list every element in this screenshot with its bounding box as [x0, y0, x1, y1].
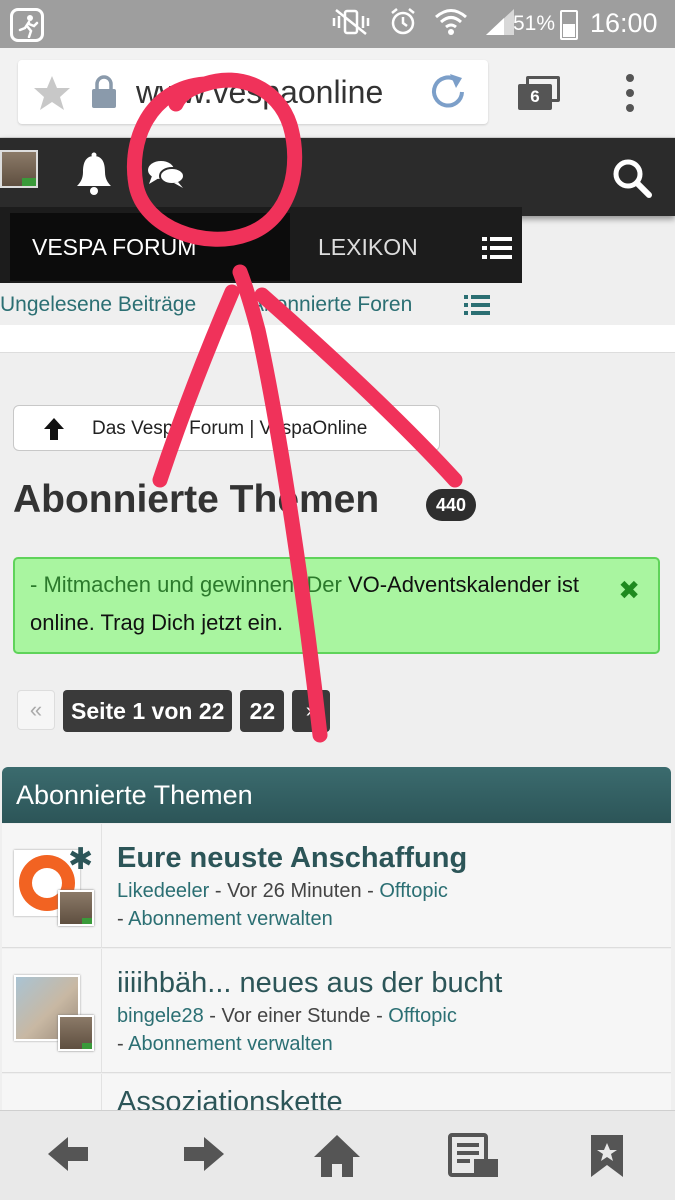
- manage-subscription: - Abonnement verwalten: [117, 1033, 333, 1056]
- manage-subscription: - Abonnement verwalten: [117, 908, 333, 931]
- vibrate-mute-icon: [330, 8, 372, 41]
- subscribed-forums-link[interactable]: Abonnierte Foren: [250, 293, 412, 317]
- last-poster-avatar[interactable]: [58, 890, 94, 926]
- browser-bottom-bar: [0, 1110, 675, 1200]
- nav-item-label: VESPA FORUM: [32, 234, 197, 260]
- list-menu-icon[interactable]: [482, 237, 512, 264]
- signal-icon: [484, 7, 516, 42]
- browser-toolbar: www.vespaonline 6: [0, 48, 675, 138]
- topic-row[interactable]: iiiihbäh... neues aus der bucht bingele2…: [2, 949, 671, 1073]
- sub-navigation: Ungelesene Beiträge Abonnierte Foren: [0, 283, 675, 325]
- main-nav-menu: VESPA FORUM LEXIKON: [0, 207, 522, 283]
- page-info[interactable]: Seite 1 von 22: [63, 690, 233, 732]
- bookmarks-icon[interactable]: [588, 1133, 626, 1184]
- topic-forum[interactable]: Offtopic: [388, 1005, 457, 1027]
- new-post-asterisk-icon: ✱: [68, 843, 94, 876]
- forward-arrow-icon[interactable]: [180, 1133, 228, 1180]
- unread-posts-link[interactable]: Ungelesene Beiträge: [0, 293, 196, 317]
- back-arrow-icon[interactable]: [44, 1133, 92, 1180]
- reader-mode-icon[interactable]: [448, 1133, 500, 1184]
- topic-count-badge: 440: [426, 489, 477, 521]
- alarm-clock-icon: [388, 7, 418, 42]
- divider-bar: [0, 325, 675, 353]
- list-icon[interactable]: [464, 295, 490, 321]
- site-header: [0, 138, 675, 216]
- lock-icon[interactable]: [90, 74, 118, 115]
- breadcrumb-label: Das Vespa Forum | VespaOnline: [92, 418, 368, 439]
- status-bar: 51% 16:00: [0, 0, 675, 48]
- topic-time: - Vor 26 Minuten -: [209, 880, 380, 902]
- battery-percentage: 51%: [513, 12, 556, 35]
- address-bar[interactable]: www.vespaonline: [18, 60, 488, 124]
- topic-row[interactable]: ✱ Eure neuste Anschaffung Likedeeler - V…: [2, 824, 671, 948]
- user-avatar[interactable]: [0, 150, 38, 188]
- search-icon[interactable]: [612, 158, 652, 203]
- arrow-up-icon: [42, 416, 66, 448]
- manage-dash: -: [117, 908, 129, 930]
- topic-title[interactable]: Eure neuste Anschaffung: [117, 842, 467, 875]
- manage-dash: -: [117, 1033, 129, 1055]
- topic-time: - Vor einer Stunde -: [203, 1005, 389, 1027]
- page-title: Abonnierte Themen: [13, 478, 380, 521]
- prev-page-button[interactable]: «: [17, 690, 55, 730]
- wifi-icon: [434, 8, 468, 41]
- clock: 16:00: [590, 8, 658, 38]
- bookmark-star-icon[interactable]: [32, 74, 72, 117]
- topic-row[interactable]: Assoziationskette: [2, 1074, 671, 1114]
- topic-title[interactable]: iiiihbäh... neues aus der bucht: [117, 967, 502, 1000]
- topic-author[interactable]: Likedeeler: [117, 880, 209, 902]
- manage-subscription-link[interactable]: Abonnement verwalten: [128, 908, 333, 930]
- last-page-button[interactable]: 22: [240, 690, 285, 732]
- close-icon[interactable]: ✖: [618, 571, 640, 609]
- topic-meta: bingele28 - Vor einer Stunde - Offtopic: [117, 1005, 457, 1028]
- nav-item-vespa-forum[interactable]: VESPA FORUM: [10, 213, 290, 281]
- url-text[interactable]: www.vespaonline: [136, 74, 436, 111]
- running-app-icon: [10, 8, 44, 42]
- next-page-button[interactable]: »: [292, 690, 331, 732]
- last-poster-avatar[interactable]: [58, 1015, 94, 1051]
- bell-icon[interactable]: [74, 152, 114, 201]
- pagination: « Seite 1 von 22 22 »: [17, 690, 331, 732]
- topic-list-header: Abonnierte Themen: [2, 767, 671, 823]
- chat-bubbles-icon[interactable]: [146, 158, 186, 195]
- topic-forum[interactable]: Offtopic: [379, 880, 448, 902]
- browser-menu-icon[interactable]: [620, 70, 640, 116]
- battery-icon: [560, 10, 578, 40]
- reload-icon[interactable]: [426, 70, 470, 119]
- manage-subscription-link[interactable]: Abonnement verwalten: [128, 1033, 333, 1055]
- topic-author[interactable]: bingele28: [117, 1005, 204, 1027]
- tab-count: 6: [518, 84, 552, 110]
- nav-item-lexikon[interactable]: LEXIKON: [318, 213, 418, 281]
- tab-switcher-button[interactable]: 6: [518, 76, 560, 110]
- home-icon[interactable]: [312, 1133, 362, 1184]
- notice-prefix: - Mitmachen und gewinnen! Der: [30, 572, 348, 597]
- notice-box: - Mitmachen und gewinnen! Der VO-Advents…: [13, 557, 660, 654]
- topic-meta: Likedeeler - Vor 26 Minuten - Offtopic: [117, 880, 448, 903]
- breadcrumb[interactable]: Das Vespa Forum | VespaOnline: [13, 405, 440, 451]
